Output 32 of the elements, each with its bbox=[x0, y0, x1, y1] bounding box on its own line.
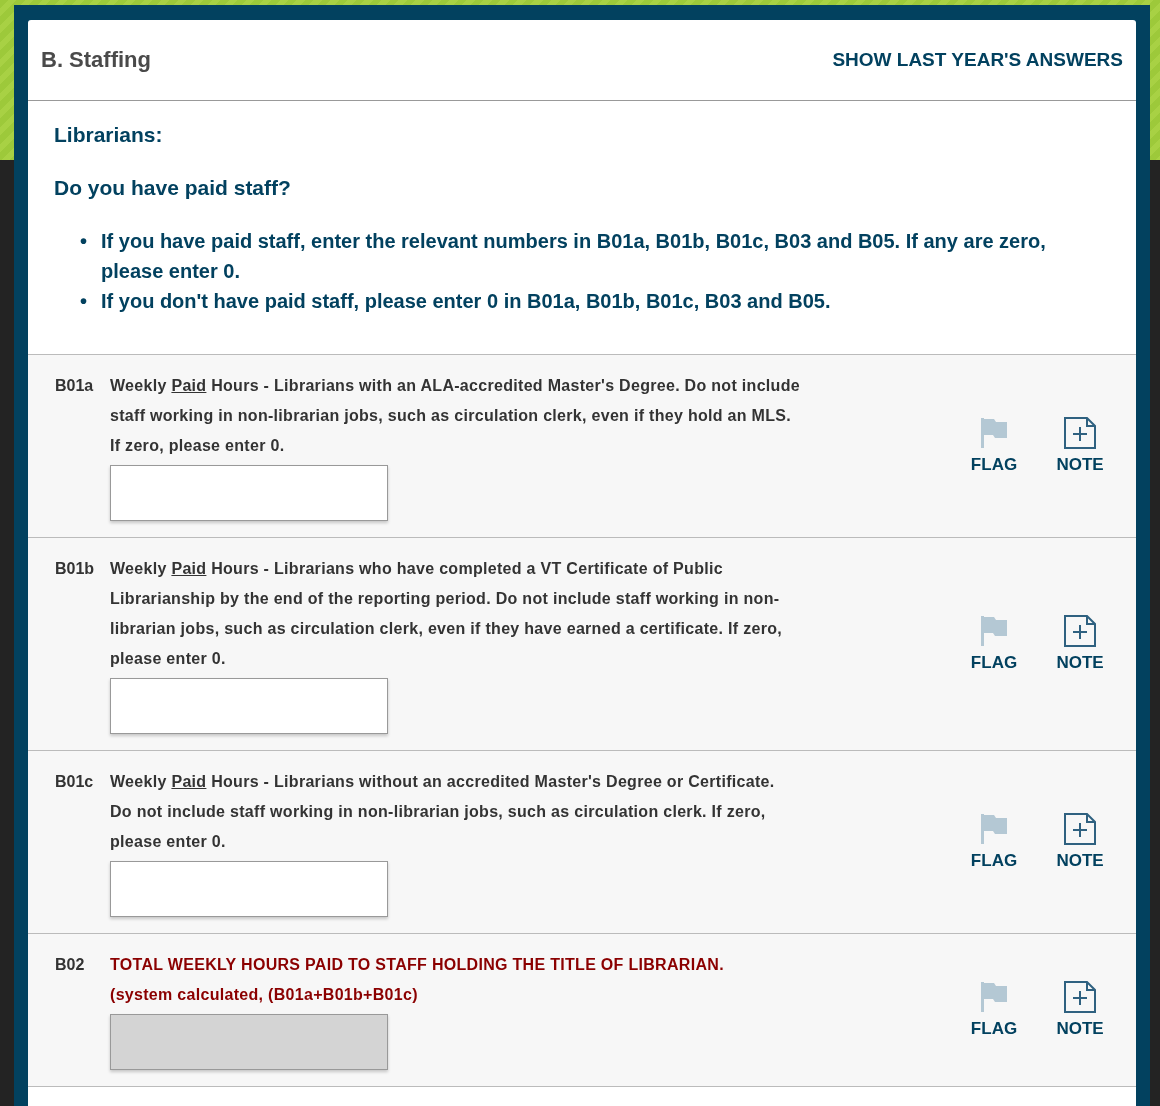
flag-button[interactable]: FLAG bbox=[968, 813, 1020, 871]
note-add-icon bbox=[1063, 417, 1097, 449]
show-answers-link[interactable]: SHOW LAST YEAR'S ANSWERS bbox=[832, 49, 1123, 71]
intro-heading: Librarians: bbox=[54, 122, 164, 148]
flag-button[interactable]: FLAG bbox=[968, 981, 1020, 1039]
note-button[interactable]: NOTE bbox=[1054, 615, 1106, 673]
question-text: Weekly Paid Hours - Librarians who have completed a VT Certificate of Public Librarianship by the end of the reporting period. Do not include staff working in non-librarian jobs, such as circulation clerk, even if they have earned a certificate. If zero, please enter 0. bbox=[110, 559, 783, 669]
bullet-marker: • bbox=[80, 229, 87, 254]
question-code: B01a bbox=[55, 376, 95, 396]
intro-question: Do you have paid staff? bbox=[54, 175, 292, 201]
note-add-icon bbox=[1063, 813, 1097, 845]
answer-field[interactable] bbox=[110, 861, 388, 917]
answer-field[interactable] bbox=[110, 678, 388, 734]
note-button[interactable]: NOTE bbox=[1054, 813, 1106, 871]
instruction-item: If you have paid staff, enter the relevant numbers in B01a, B01b, B01c, B03 and B05. If any are zero, please enter 0. bbox=[101, 229, 1047, 284]
instruction-item: If you don't have paid staff, please enter 0 in B01a, B01b, B01c, B03 and B05. bbox=[101, 289, 831, 314]
question-text: Weekly Paid Hours - Librarians without an accredited Master's Degree or Certificate. Do not include staff working in non-librarian jobs, such as circulation clerk. If zero, please enter 0. bbox=[110, 772, 776, 852]
flag-button[interactable]: FLAG bbox=[968, 615, 1020, 673]
section-title: B. Staffing bbox=[41, 47, 151, 73]
note-add-icon bbox=[1063, 615, 1097, 647]
question-text: Weekly Paid Hours - Librarians with an ALA-accredited Master's Degree. Do not include staff working in non-librarian jobs, such as circulation clerk, even if they hold an MLS. If zero, please enter 0. bbox=[110, 376, 800, 456]
flag-button[interactable]: FLAG bbox=[968, 417, 1020, 475]
note-add-icon bbox=[1063, 981, 1097, 1013]
question-note: (system calculated, (B01a+B01b+B01c) bbox=[110, 985, 418, 1005]
question-code: B02 bbox=[55, 955, 86, 975]
question-text: TOTAL WEEKLY HOURS PAID TO STAFF HOLDING THE TITLE OF LIBRARIAN. bbox=[110, 955, 724, 975]
note-button[interactable]: NOTE bbox=[1054, 981, 1106, 1039]
answer-field[interactable] bbox=[110, 465, 388, 521]
question-code: B01c bbox=[55, 772, 95, 792]
question-code: B01b bbox=[55, 559, 96, 579]
note-button[interactable]: NOTE bbox=[1054, 417, 1106, 475]
bullet-marker: • bbox=[80, 289, 87, 314]
